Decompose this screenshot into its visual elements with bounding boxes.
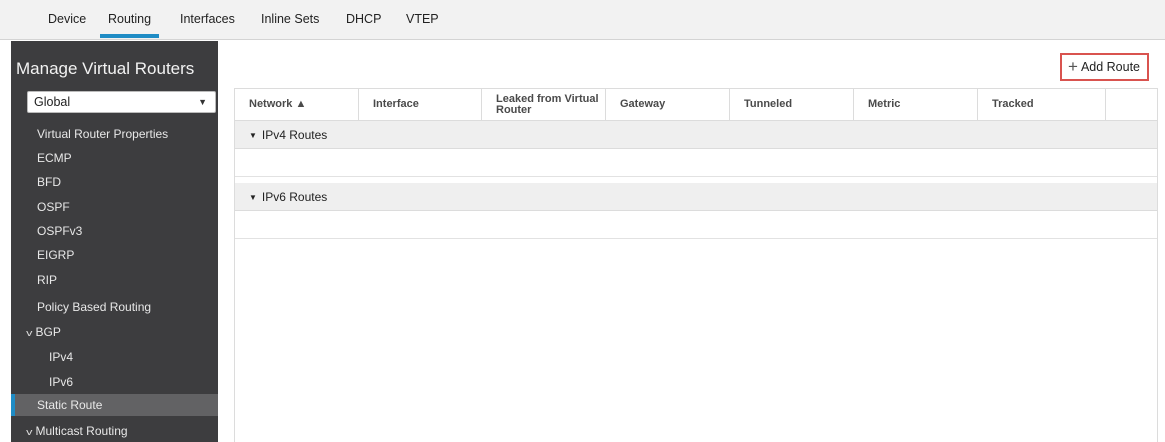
column-header-network[interactable]: Network ▲ [235, 89, 359, 120]
tab-interfaces[interactable]: Interfaces [180, 0, 235, 40]
sidebar-item-label: Virtual Router Properties [37, 127, 169, 141]
sidebar-item-label: IPv6 [49, 375, 74, 389]
virtual-router-select-value: Global [34, 95, 71, 109]
sidebar-item-label: Static Route [37, 398, 103, 412]
column-header-tracked[interactable]: Tracked [978, 89, 1106, 120]
sidebar-item-label: Policy Based Routing [37, 300, 152, 314]
sidebar-item-label: ECMP [37, 151, 72, 165]
table-row [235, 211, 1157, 239]
group-label: IPv4 Routes [261, 128, 328, 142]
sidebar-item-static-route[interactable]: Static Route [11, 394, 218, 416]
sidebar-item-label: OSPF [37, 200, 70, 214]
sidebar-item-label: EIGRP [37, 248, 75, 262]
sidebar-item-multicast-routing[interactable]: v Multicast Routing [11, 420, 218, 442]
add-route-button[interactable]: + Add Route [1060, 53, 1149, 81]
group-row-ipv6-routes[interactable]: ▼ IPv6 Routes [235, 183, 1157, 211]
triangle-down-icon: ▼ [249, 193, 257, 202]
plus-icon: + [1068, 57, 1078, 76]
sidebar-item-policy-based-routing[interactable]: Policy Based Routing [11, 296, 218, 318]
group-row-ipv4-routes[interactable]: ▼ IPv4 Routes [235, 121, 1157, 149]
sidebar-item-label: BGP [35, 325, 61, 339]
chevron-down-icon: v [26, 427, 33, 437]
sidebar-title: Manage Virtual Routers [16, 59, 195, 78]
column-header-interface[interactable]: Interface [359, 89, 482, 120]
column-header-actions [1106, 89, 1157, 120]
tab-dhcp[interactable]: DHCP [346, 0, 381, 40]
chevron-down-icon: v [26, 328, 33, 338]
sidebar-item-virtual-router-properties[interactable]: Virtual Router Properties [11, 123, 218, 145]
top-tab-bar: Device Routing Interfaces Inline Sets DH… [0, 0, 1165, 40]
group-label: IPv6 Routes [261, 190, 328, 204]
sidebar-item-eigrp[interactable]: EIGRP [11, 244, 218, 266]
sidebar-item-ecmp[interactable]: ECMP [11, 147, 218, 169]
table-row [235, 149, 1157, 177]
sidebar-item-bfd[interactable]: BFD [11, 171, 218, 193]
column-header-gateway[interactable]: Gateway [606, 89, 730, 120]
sidebar-item-bgp-ipv6[interactable]: IPv6 [11, 371, 218, 393]
tab-inline-sets[interactable]: Inline Sets [261, 0, 319, 40]
sidebar-item-bgp-ipv4[interactable]: IPv4 [11, 346, 218, 368]
virtual-router-select[interactable]: Global ▼ [27, 91, 216, 113]
tab-routing[interactable]: Routing [99, 0, 160, 40]
table-header: Network ▲ Interface Leaked from Virtual … [235, 88, 1157, 121]
column-header-metric[interactable]: Metric [854, 89, 978, 120]
column-header-leaked-from-virtual-router[interactable]: Leaked from Virtual Router [482, 89, 606, 120]
tab-device[interactable]: Device [48, 0, 86, 40]
triangle-down-icon: ▼ [249, 131, 257, 140]
sidebar: Manage Virtual Routers Global ▼ Virtual … [11, 41, 218, 442]
sidebar-item-label: Multicast Routing [35, 424, 128, 438]
sidebar-item-ospfv3[interactable]: OSPFv3 [11, 220, 218, 242]
sidebar-item-label: RIP [37, 273, 58, 287]
tab-vtep[interactable]: VTEP [406, 0, 439, 40]
sidebar-item-label: BFD [37, 175, 61, 189]
routes-table: Network ▲ Interface Leaked from Virtual … [234, 88, 1158, 442]
active-indicator [11, 394, 15, 416]
add-route-label: Add Route [1080, 60, 1141, 74]
caret-down-icon: ▼ [198, 97, 207, 107]
sidebar-item-label: OSPFv3 [37, 224, 83, 238]
sidebar-item-ospf[interactable]: OSPF [11, 196, 218, 218]
sidebar-item-rip[interactable]: RIP [11, 269, 218, 291]
sidebar-item-label: IPv4 [49, 350, 74, 364]
column-header-tunneled[interactable]: Tunneled [730, 89, 854, 120]
sidebar-item-bgp[interactable]: v BGP [11, 321, 218, 343]
